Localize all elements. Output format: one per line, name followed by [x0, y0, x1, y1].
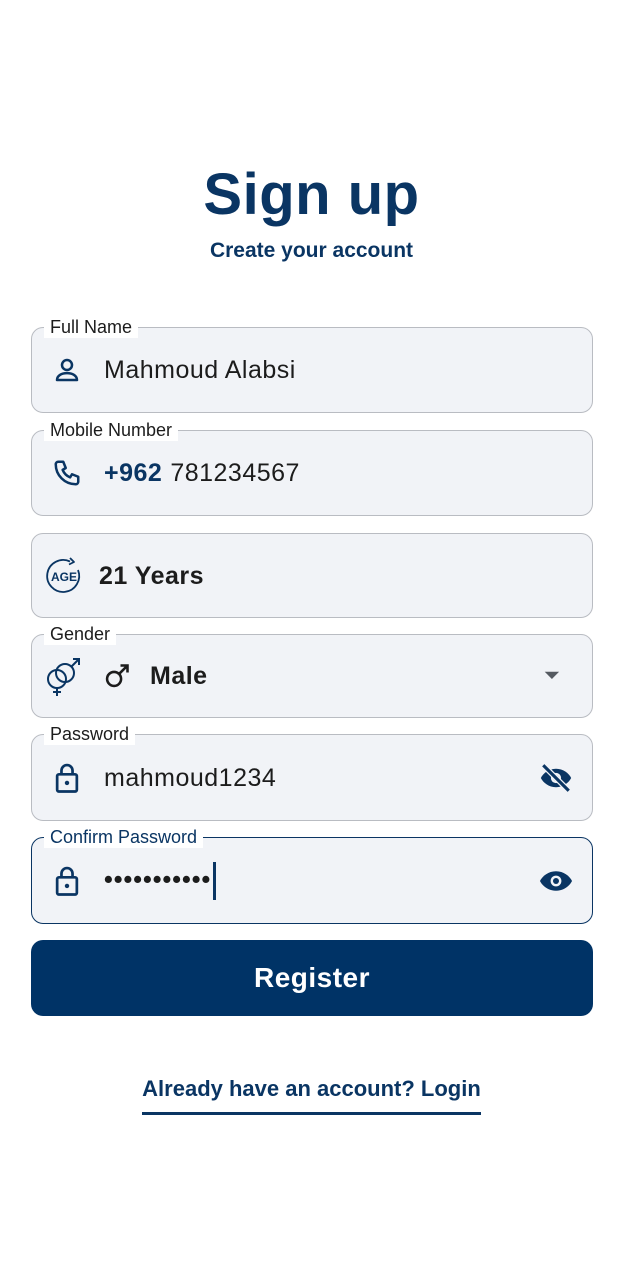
- gender-value[interactable]: Male: [150, 661, 208, 691]
- mobile-number-input[interactable]: +962 781234567: [104, 458, 300, 488]
- mobile-number-value: 781234567: [170, 459, 300, 487]
- confirm-password-input[interactable]: •••••••••••: [104, 861, 216, 900]
- password-input[interactable]: mahmoud1234: [104, 763, 276, 793]
- login-link-container: Already have an account? Login: [0, 1076, 623, 1115]
- country-code[interactable]: +962: [104, 459, 162, 487]
- gender-dropdown[interactable]: Gender Male: [31, 623, 593, 718]
- full-name-label: Full Name: [44, 316, 139, 338]
- eye-off-icon[interactable]: [538, 760, 574, 796]
- lock-icon: [50, 864, 84, 898]
- confirm-password-label: Confirm Password: [44, 826, 204, 848]
- svg-text:AGE: AGE: [51, 570, 77, 584]
- page-title: Sign up: [203, 162, 420, 227]
- mobile-number-field[interactable]: Mobile Number +962 781234567: [31, 419, 593, 516]
- person-icon: [50, 353, 84, 387]
- confirm-password-field[interactable]: Confirm Password •••••••••••: [31, 826, 593, 924]
- gender-label: Gender: [44, 623, 117, 645]
- password-field[interactable]: Password mahmoud1234: [31, 723, 593, 821]
- age-value[interactable]: 21 Years: [99, 561, 204, 591]
- age-field[interactable]: AGE 21 Years: [31, 533, 593, 618]
- age-icon: AGE: [44, 556, 84, 596]
- full-name-field[interactable]: Full Name Mahmoud Alabsi: [31, 316, 593, 413]
- dropdown-arrow-icon[interactable]: [534, 658, 570, 694]
- eye-icon[interactable]: [538, 863, 574, 899]
- lock-icon: [50, 761, 84, 795]
- login-link[interactable]: Already have an account? Login: [142, 1076, 481, 1115]
- text-caret: [213, 861, 216, 900]
- full-name-input[interactable]: Mahmoud Alabsi: [104, 355, 296, 385]
- confirm-password-value: •••••••••••: [104, 865, 212, 894]
- mobile-number-label: Mobile Number: [44, 419, 179, 441]
- register-button[interactable]: Register: [31, 940, 593, 1016]
- password-label: Password: [44, 723, 136, 745]
- male-symbol-icon: [102, 661, 132, 691]
- gender-icon: [40, 654, 84, 698]
- page-subtitle: Create your account: [209, 239, 414, 262]
- phone-icon: [50, 456, 84, 490]
